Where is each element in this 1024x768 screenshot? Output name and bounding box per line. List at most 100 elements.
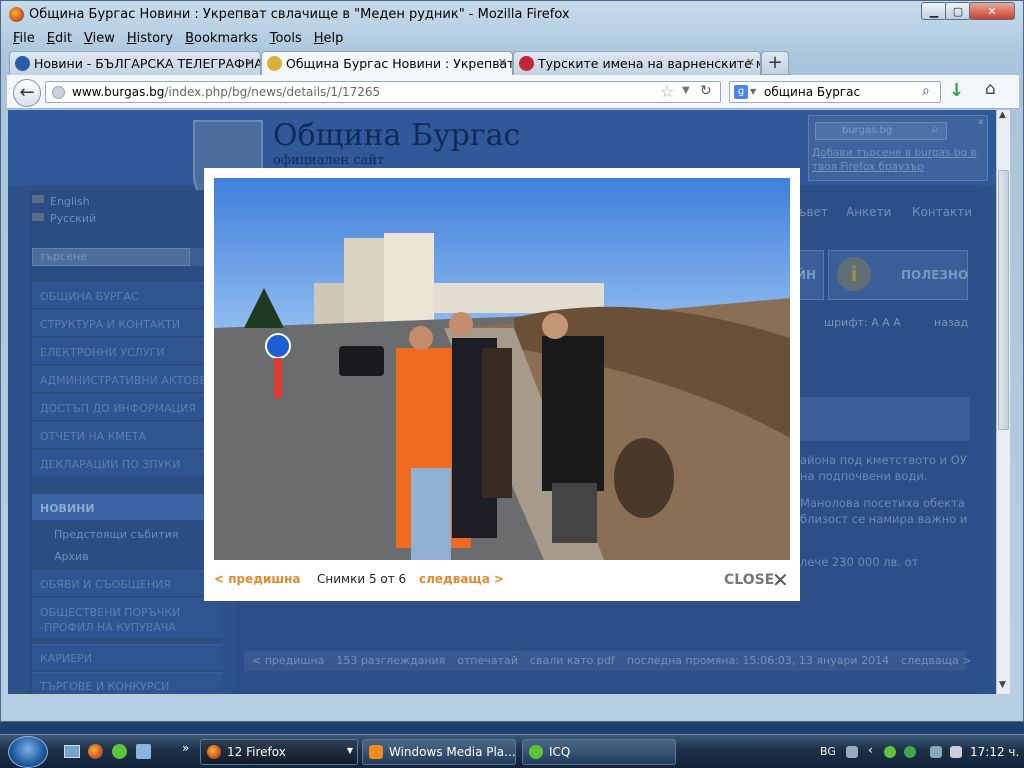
- close-tab-icon[interactable]: ✕: [246, 56, 255, 69]
- lightbox-next-link[interactable]: следваща >: [419, 572, 504, 586]
- more-quicklaunch-icon[interactable]: »: [182, 741, 189, 755]
- sidebar-item-access-info[interactable]: ДОСТЪП ДО ИНФОРМАЦИЯ: [32, 394, 222, 420]
- close-window-button[interactable]: ✕: [969, 2, 1015, 20]
- tab-turkish-names[interactable]: Турските имена на варненските ме... ✕: [513, 51, 761, 75]
- tab-burgas-news[interactable]: Община Бургас Новини : Укрепват ... ✕: [261, 51, 513, 76]
- back-button[interactable]: ←: [13, 79, 41, 107]
- menu-bar: File Edit View History Bookmarks Tools H…: [7, 29, 1019, 49]
- sidebar-item-news[interactable]: НОВИНИ: [32, 494, 222, 520]
- sidebar-item-mayor-reports[interactable]: ОТЧЕТИ НА КМЕТА: [32, 422, 222, 448]
- dropdown-arrow-icon[interactable]: ▼: [682, 85, 690, 96]
- firefox-icon: [9, 7, 24, 22]
- tray-expand-icon[interactable]: ‹: [868, 743, 873, 757]
- search-icon[interactable]: ⌕: [922, 83, 930, 99]
- font-size-control[interactable]: шрифт: A A A: [824, 316, 901, 329]
- network-icon[interactable]: [930, 746, 942, 758]
- site-search-input[interactable]: търсене: [32, 248, 190, 266]
- start-button[interactable]: [8, 736, 48, 768]
- lightbox-photo[interactable]: [214, 178, 790, 560]
- firefox-quicklaunch-icon[interactable]: [88, 744, 103, 759]
- new-tab-button[interactable]: +: [761, 51, 789, 75]
- useful-box[interactable]: i ПОЛЕЗНО: [828, 250, 968, 300]
- icq-tray-icon[interactable]: [884, 746, 896, 758]
- promo-close-icon[interactable]: ✕: [977, 118, 985, 128]
- check-tray-icon[interactable]: [904, 746, 916, 758]
- language-indicator[interactable]: BG: [820, 745, 836, 758]
- footer-next-link[interactable]: следваща >: [901, 654, 972, 668]
- download-icon[interactable]: ↓: [949, 80, 964, 101]
- burgas-site-icon: [267, 56, 282, 71]
- top-link-savet[interactable]: ъвет: [798, 205, 828, 219]
- sidebar-item-declarations[interactable]: ДЕКЛАРАЦИИ ПО ЗПУКИ: [32, 450, 222, 476]
- sidebar-item-careers[interactable]: КАРИЕРИ: [32, 644, 222, 670]
- info-icon: i: [837, 257, 871, 291]
- promo-search-icon[interactable]: ⌕: [931, 121, 939, 137]
- sidebar-item-admin-acts[interactable]: АДМИНИСТРАТИВНИ АКТОВЕ: [32, 366, 222, 392]
- article-text: близост се намира важно и: [800, 512, 968, 526]
- sidebar-item-obshtina[interactable]: ОБЩИНА БУРГАС: [32, 282, 222, 308]
- clock[interactable]: 17:12 ч.: [970, 745, 1019, 759]
- navigation-bar: ← www.burgas.bg/index.php/bg/news/detail…: [7, 75, 1019, 109]
- top-link-contacts[interactable]: Контакти: [912, 205, 972, 219]
- sidebar-item-tenders[interactable]: ТЪРГОВЕ И КОНКУРСИ: [32, 672, 222, 694]
- taskbar-icq-button[interactable]: ICQ: [522, 739, 676, 765]
- scroll-down-icon[interactable]: ▼: [999, 680, 1006, 690]
- taskbar-wmp-button[interactable]: Windows Media Pla...: [362, 739, 516, 765]
- promo-search-input[interactable]: burgas.bg: [815, 122, 947, 140]
- maximize-button[interactable]: ▢: [945, 2, 971, 20]
- bta-site-icon: [15, 56, 30, 71]
- app-quicklaunch-icon[interactable]: [136, 744, 151, 759]
- menu-file[interactable]: File: [7, 29, 41, 49]
- show-desktop-icon[interactable]: [64, 745, 80, 758]
- search-input[interactable]: община Бургас: [764, 85, 860, 99]
- sidebar-item-e-services[interactable]: ЕЛЕКТРОННИ УСЛУГИ: [32, 338, 222, 364]
- close-tab-icon[interactable]: ✕: [746, 56, 755, 69]
- close-tab-icon[interactable]: ✕: [498, 56, 507, 69]
- bookmark-star-icon[interactable]: ☆: [660, 82, 674, 101]
- engine-dropdown-icon[interactable]: ▼: [750, 87, 756, 96]
- scroll-thumb[interactable]: [998, 170, 1009, 430]
- pdf-link[interactable]: свали като pdf: [530, 654, 615, 668]
- menu-tools[interactable]: Tools: [264, 29, 308, 49]
- minimize-button[interactable]: ▁: [921, 2, 947, 20]
- top-link-polls[interactable]: Анкети: [846, 205, 891, 219]
- taskbar-group-arrow-icon: ▼: [346, 746, 353, 755]
- lang-russian-link[interactable]: Русский: [50, 212, 96, 225]
- vertical-scrollbar[interactable]: ▲ ▼: [996, 110, 1010, 694]
- tab-bta-news[interactable]: Новини - БЪЛГАРСКА ТЕЛЕГРАФНА... ✕: [9, 51, 261, 75]
- lang-english-link[interactable]: English: [50, 195, 90, 208]
- icq-quicklaunch-icon[interactable]: [112, 744, 127, 759]
- print-link[interactable]: отпечатай: [457, 654, 518, 668]
- sidebar-item-procurement[interactable]: ОБЩЕСТВЕНИ ПОРЪЧКИ -ПРОФИЛ НА КУПУВАЧА: [32, 598, 222, 638]
- keyboard-icon[interactable]: [846, 746, 858, 758]
- add-search-link[interactable]: Добави търсене в burgas.bg в твоя Firefo…: [812, 146, 988, 174]
- sidebar-sub-upcoming[interactable]: Предстоящи събития: [54, 528, 178, 541]
- search-bar[interactable]: g ▼ община Бургас ⌕: [729, 81, 941, 103]
- title-bar[interactable]: Община Бургас Новини : Укрепват свлачище…: [1, 1, 1023, 29]
- photo-road-workers: [214, 178, 790, 560]
- footer-prev-link[interactable]: < предишна: [252, 654, 324, 668]
- article-text: на подпочвени води.: [800, 469, 928, 483]
- menu-view[interactable]: View: [78, 29, 121, 49]
- close-icon[interactable]: ✕: [772, 568, 789, 592]
- menu-help[interactable]: Help: [308, 29, 350, 49]
- lightbox-close-button[interactable]: CLOSE: [724, 572, 774, 588]
- scroll-up-icon[interactable]: ▲: [999, 110, 1006, 120]
- site-title[interactable]: Община Бургас: [273, 118, 520, 153]
- url-bar[interactable]: www.burgas.bg/index.php/bg/news/details/…: [45, 81, 721, 103]
- home-icon[interactable]: ⌂: [985, 79, 996, 99]
- sidebar-item-struktura[interactable]: СТРУКТУРА И КОНТАКТИ: [32, 310, 222, 336]
- google-icon[interactable]: g: [734, 85, 748, 99]
- menu-bookmarks[interactable]: Bookmarks: [179, 29, 264, 49]
- back-link[interactable]: назад: [934, 316, 968, 329]
- lightbox-prev-link[interactable]: < предишна: [214, 572, 300, 586]
- sidebar-item-announcements[interactable]: ОБЯВИ И СЪОБЩЕНИЯ: [32, 570, 222, 596]
- reload-icon[interactable]: ↻: [700, 83, 712, 99]
- taskbar-icq-label: ICQ: [549, 745, 571, 759]
- views-count: 153 разглеждания: [336, 654, 446, 667]
- menu-edit[interactable]: Edit: [41, 29, 78, 49]
- taskbar-firefox-button[interactable]: 12 Firefox ▼: [200, 739, 358, 765]
- volume-icon[interactable]: [950, 746, 962, 758]
- menu-history[interactable]: History: [121, 29, 179, 49]
- sidebar-sub-archive[interactable]: Архив: [54, 550, 89, 563]
